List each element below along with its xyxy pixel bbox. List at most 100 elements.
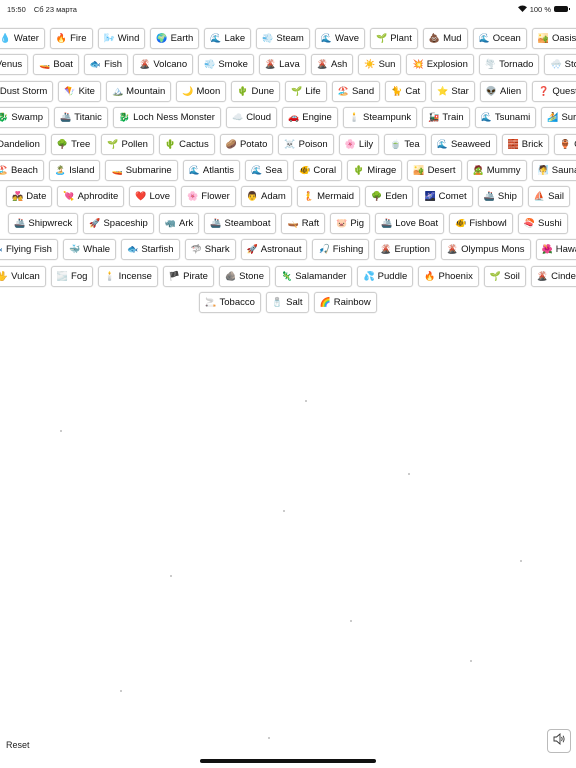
element-chip-incense[interactable]: 🕯️ Incense — [98, 265, 158, 287]
element-chip-spaceship[interactable]: 🚀 Spaceship — [83, 212, 154, 234]
element-chip-fog[interactable]: 🌫️ Fog — [50, 265, 94, 287]
element-chip-boat[interactable]: 🚤 Boat — [33, 54, 79, 76]
element-chip-moon[interactable]: 🌙 Moon — [176, 80, 227, 102]
element-chip-love[interactable]: ❤️ Love — [129, 186, 177, 208]
element-chip-sun[interactable]: ☀️ Sun — [358, 54, 402, 76]
element-chip-fishbowl[interactable]: 🐠 Fishbowl — [449, 212, 513, 234]
element-chip-lava[interactable]: 🌋 Lava — [258, 54, 306, 76]
element-chip-puddle[interactable]: 💦 Puddle — [357, 265, 414, 287]
element-chip-hawaii[interactable]: 🌺Hawaii — [535, 239, 576, 261]
element-chip-eden[interactable]: 🌳 Eden — [365, 186, 414, 208]
element-chip-cactus[interactable]: 🌵 Cactus — [158, 133, 215, 155]
element-chip-island[interactable]: 🏝️ Island — [48, 159, 101, 181]
element-chip-explosion[interactable]: 💥 Explosion — [406, 54, 474, 76]
element-chip-poison[interactable]: ☠️ Poison — [278, 133, 334, 155]
element-chip-question[interactable]: ❓Question — [532, 80, 576, 102]
element-chip-submarine[interactable]: 🚤 Submarine — [105, 159, 178, 181]
element-chip-coral[interactable]: 🐠 Coral — [293, 159, 343, 181]
element-chip-shark[interactable]: 🦈 Shark — [184, 239, 236, 261]
element-chip-beach[interactable]: 🏖️ Beach — [0, 159, 44, 181]
element-chip-oasis[interactable]: 🏜️ Oasis — [531, 28, 576, 49]
element-chip-mummy[interactable]: 🧟 Mummy — [466, 159, 527, 181]
element-chip-wave[interactable]: 🌊 Wave — [314, 28, 365, 49]
element-chip-wind[interactable]: 🌬️ Wind — [97, 28, 146, 49]
element-chip-rainbow[interactable]: 🌈 Rainbow — [313, 291, 377, 313]
element-chip-starfish[interactable]: 🐟 Starfish — [121, 239, 180, 261]
element-chip-earth[interactable]: 🌍 Earth — [150, 28, 200, 49]
element-chip-salamander[interactable]: 🦎 Salamander — [275, 265, 353, 287]
element-chip-volcano[interactable]: 🌋 Volcano — [133, 54, 194, 76]
element-chip-brick[interactable]: 🧱 Brick — [501, 133, 549, 155]
element-chip-soil[interactable]: 🌱 Soil — [483, 265, 526, 287]
element-chip-train[interactable]: 🚂 Train — [422, 107, 470, 129]
element-chip-dune[interactable]: 🌵 Dune — [231, 80, 281, 102]
reset-button[interactable]: Reset — [6, 740, 30, 750]
element-chip-clay[interactable]: 🏺Clay — [553, 133, 576, 155]
element-chip-date[interactable]: 💑 Date — [6, 186, 53, 208]
element-chip-tornado[interactable]: 🌪️ Tornado — [478, 54, 540, 76]
element-chip-flower[interactable]: 🌸 Flower — [181, 186, 236, 208]
element-chip-tea[interactable]: 🍵 Tea — [384, 133, 426, 155]
element-chip-vulcan[interactable]: 🖖 Vulcan — [0, 265, 46, 287]
element-chip-shipwreck[interactable]: 🚢 Shipwreck — [8, 212, 79, 234]
element-chip-eruption[interactable]: 🌋 Eruption — [374, 239, 436, 261]
element-chip-sail[interactable]: ⛵ Sail — [527, 186, 570, 208]
element-chip-stone[interactable]: 🪨 Stone — [218, 265, 270, 287]
element-chip-mermaid[interactable]: 🧜 Mermaid — [296, 186, 361, 208]
element-chip-raft[interactable]: 🛶 Raft — [281, 212, 326, 234]
element-chip-sauna[interactable]: 🧖Sauna — [531, 159, 576, 181]
element-chip-sushi[interactable]: 🍣 Sushi — [517, 212, 568, 234]
element-chip-aphrodite[interactable]: 💘 Aphrodite — [57, 186, 125, 208]
element-chip-surf[interactable]: 🏄Surf — [541, 107, 576, 129]
element-chip-cinder[interactable]: 🌋Cinder — [530, 265, 576, 287]
element-chip-loch-ness-monster[interactable]: 🐉 Loch Ness Monster — [112, 107, 221, 129]
element-chip-potato[interactable]: 🥔 Potato — [219, 133, 274, 155]
element-chip-sea[interactable]: 🌊 Sea — [245, 159, 289, 181]
element-chip-flying-fish[interactable]: 🐟Flying Fish — [0, 239, 58, 261]
element-chip-pirate[interactable]: 🏴 Pirate — [162, 265, 214, 287]
element-chip-pollen[interactable]: 🌱 Pollen — [101, 133, 154, 155]
element-chip-whale[interactable]: 🐳 Whale — [62, 239, 117, 261]
element-chip-sand[interactable]: 🏖️ Sand — [331, 80, 381, 102]
element-chip-tobacco[interactable]: 🚬 Tobacco — [199, 291, 261, 313]
element-chip-mirage[interactable]: 🌵 Mirage — [347, 159, 403, 181]
element-chip-lake[interactable]: 🌊 Lake — [204, 28, 252, 49]
element-chip-dust-storm[interactable]: 🌪️Dust Storm — [0, 80, 54, 102]
element-chip-tree[interactable]: 🌳 Tree — [50, 133, 97, 155]
element-chip-engine[interactable]: 🚗 Engine — [282, 107, 338, 129]
element-chip-olympus-mons[interactable]: 🌋 Olympus Mons — [440, 239, 531, 261]
element-chip-desert[interactable]: 🏜️ Desert — [407, 159, 462, 181]
element-chip-tsunami[interactable]: 🌊 Tsunami — [474, 107, 537, 129]
element-chip-steampunk[interactable]: 🕯️ Steampunk — [342, 107, 418, 129]
element-chip-lily[interactable]: 🌸 Lily — [338, 133, 380, 155]
element-chip-comet[interactable]: 🌌 Comet — [418, 186, 473, 208]
element-chip-ship[interactable]: 🚢 Ship — [477, 186, 523, 208]
element-chip-love-boat[interactable]: 🚢 Love Boat — [375, 212, 445, 234]
element-chip-life[interactable]: 🌱 Life — [285, 80, 327, 102]
element-chip-steamboat[interactable]: 🚢 Steamboat — [204, 212, 277, 234]
element-chip-fish[interactable]: 🐟 Fish — [83, 54, 129, 76]
element-chip-cloud[interactable]: ☁️ Cloud — [225, 107, 278, 129]
element-chip-mud[interactable]: 💩 Mud — [422, 28, 468, 49]
element-chip-water[interactable]: 💧 Water — [0, 28, 45, 49]
element-chip-seaweed[interactable]: 🌊 Seaweed — [430, 133, 497, 155]
element-chip-atlantis[interactable]: 🌊 Atlantis — [182, 159, 241, 181]
element-chip-kite[interactable]: 🪁 Kite — [58, 80, 101, 102]
element-chip-fire[interactable]: 🔥 Fire — [49, 28, 93, 49]
element-chip-pig[interactable]: 🐷 Pig — [330, 212, 371, 234]
element-chip-adam[interactable]: 👨 Adam — [240, 186, 292, 208]
element-chip-ocean[interactable]: 🌊 Ocean — [472, 28, 527, 49]
element-chip-smoke[interactable]: 💨 Smoke — [198, 54, 254, 76]
element-chip-ark[interactable]: 🦏 Ark — [158, 212, 200, 234]
element-chip-storm[interactable]: 🌨️Storm — [544, 54, 576, 76]
element-chip-dandelion[interactable]: 🌼Dandelion — [0, 133, 46, 155]
element-chip-titanic[interactable]: 🚢 Titanic — [54, 107, 108, 129]
element-chip-mountain[interactable]: 🏔️ Mountain — [105, 80, 172, 102]
element-chip-venus[interactable]: ♀Venus — [0, 54, 29, 76]
element-chip-cat[interactable]: 🐈 Cat — [385, 80, 427, 102]
sound-toggle-button[interactable] — [547, 729, 571, 753]
element-chip-alien[interactable]: 👽 Alien — [479, 80, 528, 102]
element-chip-swamp[interactable]: 🐉 Swamp — [0, 107, 50, 129]
element-chip-fishing[interactable]: 🎣 Fishing — [312, 239, 370, 261]
element-chip-phoenix[interactable]: 🔥 Phoenix — [418, 265, 479, 287]
